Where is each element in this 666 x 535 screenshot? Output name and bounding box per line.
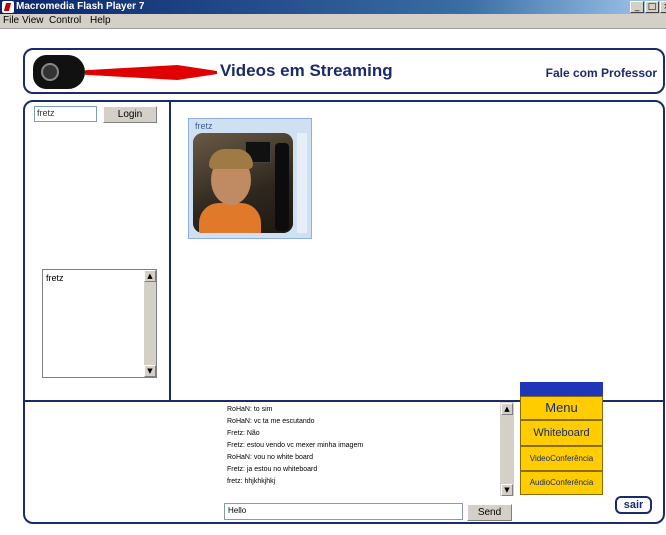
contact-teacher-link[interactable]: Fale com Professor bbox=[546, 66, 657, 80]
user-list[interactable]: fretz ▲ ▼ bbox=[42, 269, 157, 378]
menu-control[interactable]: Control bbox=[49, 15, 81, 27]
chat-message: RoHaN: vou no white board bbox=[227, 454, 313, 461]
gamepad-logo-icon bbox=[33, 55, 85, 89]
video-tile[interactable]: fretz bbox=[188, 118, 312, 239]
chat-message: Fretz: Não bbox=[227, 430, 260, 437]
chat-message: Fretz: estou vendo vc mexer minha imagem bbox=[227, 442, 364, 449]
scroll-up-arrow-icon[interactable]: ▲ bbox=[501, 403, 513, 415]
videoconference-button[interactable]: VideoConferência bbox=[520, 446, 603, 471]
video-person-body bbox=[199, 203, 261, 233]
whiteboard-button[interactable]: Whiteboard bbox=[520, 420, 603, 446]
menu-bar: File View Control Help bbox=[0, 14, 666, 29]
send-button[interactable]: Send bbox=[467, 504, 512, 521]
chat-message: fretz: hhjkhkjhkj bbox=[227, 478, 276, 485]
username-input[interactable]: fretz bbox=[34, 106, 97, 122]
login-button[interactable]: Login bbox=[103, 106, 157, 123]
scroll-down-arrow-icon[interactable]: ▼ bbox=[501, 484, 513, 496]
video-volume-bar[interactable] bbox=[297, 133, 307, 233]
chat-scrollbar[interactable]: ▲ ▼ bbox=[500, 402, 514, 496]
chat-history: RoHaN: to sim RoHaN: vc ta me escutando … bbox=[224, 402, 514, 498]
page-title: Videos em Streaming bbox=[220, 61, 393, 80]
side-menu-title: Menu bbox=[520, 396, 603, 420]
chat-message-input[interactable]: Hello bbox=[224, 503, 463, 520]
flash-player-icon bbox=[2, 1, 14, 13]
video-person-hair bbox=[209, 149, 253, 169]
video-user-label: fretz bbox=[195, 121, 213, 131]
user-list-scrollbar[interactable]: ▲ ▼ bbox=[144, 270, 156, 377]
chat-message: RoHaN: vc ta me escutando bbox=[227, 418, 315, 425]
exit-button[interactable]: sair bbox=[615, 496, 652, 514]
chat-message: RoHaN: to sim bbox=[227, 406, 273, 413]
header-panel: Videos em Streaming Fale com Professor bbox=[23, 48, 665, 94]
chat-message: Fretz: ja estou no whiteboard bbox=[227, 466, 318, 473]
video-speaker-shape bbox=[275, 143, 289, 231]
menu-view[interactable]: View bbox=[22, 15, 44, 27]
menu-help[interactable]: Help bbox=[90, 15, 111, 27]
list-item[interactable]: fretz bbox=[46, 273, 64, 283]
scroll-down-arrow-icon[interactable]: ▼ bbox=[144, 365, 156, 377]
minimize-button[interactable]: _ bbox=[630, 1, 644, 13]
maximize-button[interactable]: □ bbox=[645, 1, 659, 13]
vertical-divider bbox=[169, 100, 171, 401]
webcam-video bbox=[193, 133, 293, 233]
audioconference-button[interactable]: AudioConferência bbox=[520, 471, 603, 495]
menu-file[interactable]: File bbox=[3, 15, 19, 27]
side-menu-header-bar bbox=[520, 382, 603, 396]
window-title: Macromedia Flash Player 7 bbox=[16, 1, 145, 12]
logo-red-swoosh bbox=[85, 65, 217, 80]
close-button[interactable]: × bbox=[660, 1, 666, 13]
scroll-up-arrow-icon[interactable]: ▲ bbox=[144, 270, 156, 282]
window-title-bar: Macromedia Flash Player 7 _ □ × bbox=[0, 0, 666, 14]
